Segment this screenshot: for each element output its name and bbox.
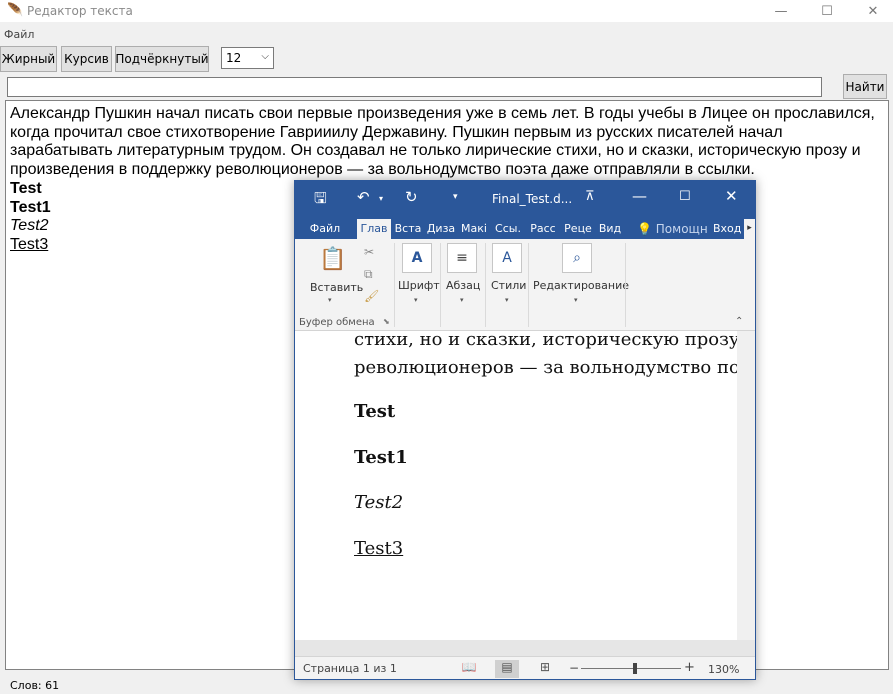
font-group-label[interactable]: Шрифт	[398, 279, 440, 292]
tab-mailings[interactable]: Расс	[527, 219, 559, 239]
italic-button[interactable]: Курсив	[61, 46, 112, 72]
tab-home[interactable]: Глав	[357, 219, 391, 239]
tell-me-label: Помощн	[655, 222, 708, 236]
paste-label[interactable]: Вставить	[310, 281, 363, 294]
editor-paragraph: Александр Пушкин начал писать свои первы…	[10, 105, 875, 179]
word-status-bar: Страница 1 из 1 📖 ▤ ⊞ − + 130%	[295, 656, 755, 679]
sign-in-link[interactable]: Вход	[713, 222, 741, 235]
lightbulb-icon: 💡	[637, 222, 652, 236]
page-indicator[interactable]: Страница 1 из 1	[303, 662, 397, 675]
clipboard-group-label: Буфер обмена	[299, 317, 375, 328]
search-input[interactable]	[7, 77, 822, 97]
word-vertical-scrollbar[interactable]	[737, 331, 755, 640]
redo-icon[interactable]: ↻	[405, 188, 418, 206]
word-maximize-button[interactable]: ☐	[679, 189, 691, 204]
save-icon[interactable]: 🖫	[314, 188, 327, 213]
styles-dropdown-icon[interactable]: ▾	[505, 296, 509, 304]
word-ribbon: 📋 Вставить ▾ ✂ ⧉ 🖌 Буфер обмена ⬊ A Шриф…	[295, 239, 755, 331]
maximize-button[interactable]: ☐	[804, 0, 850, 22]
window-title: Редактор текста	[27, 4, 133, 18]
copy-icon[interactable]: ⧉	[364, 267, 373, 282]
word-doc-title: Final_Test.d...	[492, 192, 573, 206]
undo-icon[interactable]: ↶	[357, 188, 370, 206]
tab-view[interactable]: Вид	[596, 219, 624, 239]
zoom-out-button[interactable]: −	[569, 661, 579, 675]
paragraph-group-label[interactable]: Абзац	[446, 279, 480, 292]
cut-icon[interactable]: ✂	[364, 245, 374, 259]
doc-line: стихи, но и сказки, историческую прозу и	[354, 329, 756, 350]
search-icon[interactable]: ⌕	[562, 243, 592, 273]
customize-qat-icon[interactable]: ▾	[453, 192, 458, 202]
tab-insert[interactable]: Вста	[393, 219, 423, 239]
editing-dropdown-icon[interactable]: ▾	[574, 296, 578, 304]
paste-icon[interactable]: 📋	[319, 247, 347, 277]
ribbon-display-icon[interactable]: ⊼	[585, 189, 595, 204]
read-mode-icon[interactable]: 📖	[457, 660, 481, 678]
font-size-select[interactable]: 12 ⌵	[221, 47, 274, 69]
styles-group-label[interactable]: Стили	[491, 279, 526, 292]
word-count: Слов: 61	[10, 679, 60, 692]
format-painter-icon[interactable]: 🖌	[364, 289, 379, 303]
word-document-page[interactable]: стихи, но и сказки, историческую прозу и…	[295, 329, 755, 640]
zoom-slider[interactable]	[581, 668, 681, 669]
print-layout-icon[interactable]: ▤	[495, 660, 519, 678]
tab-references[interactable]: Ссы.	[492, 219, 524, 239]
paste-dropdown-icon[interactable]: ▾	[328, 296, 332, 304]
paragraph-icon[interactable]: ≡	[447, 243, 477, 273]
doc-line-underline: Test3	[354, 538, 404, 559]
font-dropdown-icon[interactable]: ▾	[414, 296, 418, 304]
word-window[interactable]: 🖫 ↶ ▾ ↻ ▾ Final_Test.d... ⊼ — ☐ ✕ Файл Г…	[294, 180, 756, 680]
font-icon[interactable]: A	[402, 243, 432, 273]
font-size-value: 12	[226, 51, 242, 65]
tab-design[interactable]: Диза	[426, 219, 456, 239]
zoom-in-button[interactable]: +	[684, 660, 695, 675]
ribbon-separator	[440, 243, 441, 327]
underline-button[interactable]: Подчёркнутый	[115, 46, 209, 72]
zoom-level[interactable]: 130%	[708, 663, 739, 676]
tab-review[interactable]: Реце	[562, 219, 594, 239]
undo-dropdown-icon[interactable]: ▾	[379, 194, 383, 203]
word-ribbon-tabs: Файл Глав Вста Диза Макі Ссы. Расс Реце …	[295, 215, 755, 239]
styles-icon[interactable]: A	[492, 243, 522, 273]
doc-line-italic: Test2	[354, 492, 404, 513]
tab-file[interactable]: Файл	[301, 219, 349, 239]
editing-group-label[interactable]: Редактирование	[533, 279, 629, 292]
bold-button[interactable]: Жирный	[0, 46, 57, 72]
zoom-slider-thumb[interactable]	[633, 663, 637, 674]
minimize-button[interactable]: —	[758, 0, 804, 22]
ribbon-separator	[394, 243, 395, 327]
tab-layout[interactable]: Макі	[459, 219, 489, 239]
ribbon-separator	[485, 243, 486, 327]
close-button[interactable]: ✕	[850, 0, 893, 22]
doc-line: революционеров — за вольнодумство по	[354, 357, 740, 378]
title-bar: 🪶 Редактор текста — ☐ ✕	[0, 0, 893, 22]
word-title-bar: 🖫 ↶ ▾ ↻ ▾ Final_Test.d... ⊼ — ☐ ✕	[295, 181, 755, 215]
tell-me-box[interactable]: 💡 Помощн	[637, 222, 708, 236]
web-layout-icon[interactable]: ⊞	[533, 660, 557, 678]
ribbon-separator	[528, 243, 529, 327]
word-close-button[interactable]: ✕	[725, 187, 738, 205]
find-button[interactable]: Найти	[843, 74, 887, 99]
paragraph-dropdown-icon[interactable]: ▾	[460, 296, 464, 304]
doc-line-bold: Test	[354, 401, 396, 422]
collapse-ribbon-icon[interactable]: ⌃	[735, 316, 743, 327]
word-page-gap	[295, 640, 755, 656]
feather-icon: 🪶	[7, 3, 24, 18]
word-minimize-button[interactable]: —	[632, 187, 647, 205]
chevron-down-icon: ⌵	[261, 51, 269, 62]
clipboard-launcher-icon[interactable]: ⬊	[383, 317, 390, 326]
doc-line-bold-2: Test1	[354, 447, 408, 468]
tabs-scroll-right-icon[interactable]: ▸	[744, 219, 755, 239]
ribbon-separator	[625, 243, 626, 327]
menu-file[interactable]: Файл	[4, 28, 34, 41]
